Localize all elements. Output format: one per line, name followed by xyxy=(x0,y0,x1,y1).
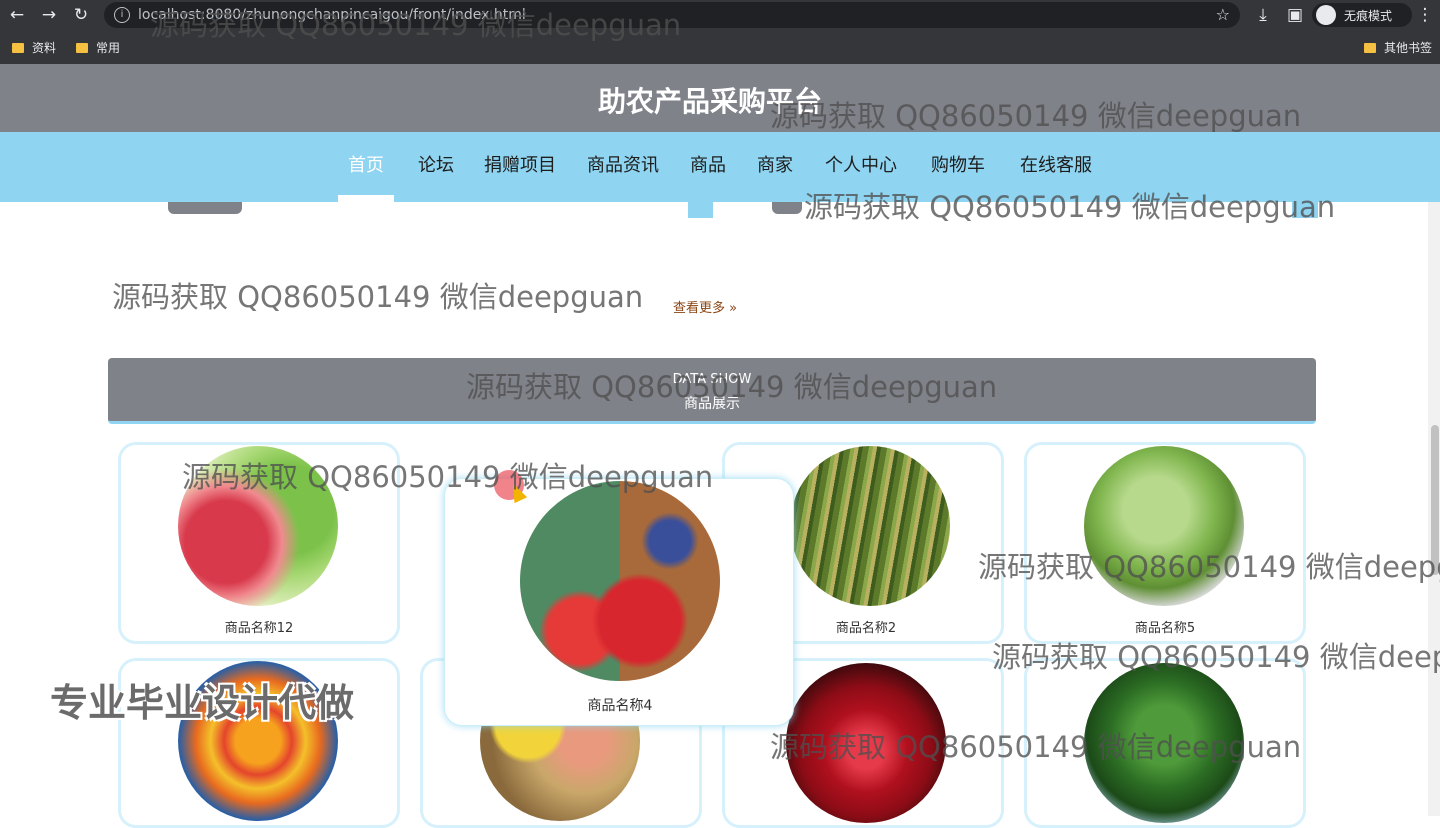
nav-donation[interactable]: 捐赠项目 xyxy=(484,151,556,177)
folder-icon xyxy=(1364,43,1376,53)
watermark-text: 源码获取 QQ86050149 微信deepguan xyxy=(770,730,1302,764)
folder-icon xyxy=(12,43,24,53)
product-image-millet[interactable] xyxy=(790,446,950,606)
product-name[interactable]: 商品名称12 xyxy=(121,617,397,636)
incognito-icon xyxy=(1316,5,1336,25)
news-detail-button[interactable] xyxy=(168,202,242,214)
sidepanel-icon[interactable]: ▣ xyxy=(1284,4,1306,26)
nav-forum[interactable]: 论坛 xyxy=(418,151,454,177)
folder-icon xyxy=(76,43,88,53)
nav-customer-service[interactable]: 在线客服 xyxy=(1020,151,1092,177)
product-card-hovered[interactable]: 商品名称4 xyxy=(444,478,794,726)
bookmark-ziliao[interactable]: 资料 xyxy=(12,39,56,56)
nav-cart[interactable]: 购物车 xyxy=(931,151,985,177)
info-icon[interactable]: i xyxy=(114,7,130,23)
nav-products[interactable]: 商品 xyxy=(690,151,726,177)
nav-news[interactable]: 商品资讯 xyxy=(587,151,659,177)
incognito-badge[interactable]: 无痕模式 xyxy=(1312,3,1412,27)
product-card[interactable]: 商品名称5 xyxy=(1024,442,1306,644)
news-detail-button[interactable] xyxy=(772,202,802,214)
bookmark-star-icon[interactable]: ☆ xyxy=(1216,5,1230,24)
incognito-label: 无痕模式 xyxy=(1344,9,1393,23)
product-name[interactable]: 商品名称4 xyxy=(445,695,795,715)
download-icon[interactable]: ⤓ xyxy=(1252,4,1274,26)
watermark-text: 源码获取 QQ86050149 微信deepguan xyxy=(466,370,998,404)
forward-icon[interactable]: → xyxy=(38,4,60,26)
watermark-text: 源码获取 QQ86050149 微信deepguan xyxy=(992,640,1440,674)
view-more-link[interactable]: 查看更多 » xyxy=(673,297,737,316)
watermark-text: 源码获取 QQ86050149 微信deepguan xyxy=(182,460,714,494)
reload-icon[interactable]: ↻ xyxy=(70,4,92,26)
news-date-badge xyxy=(688,202,713,218)
nav-user-center[interactable]: 个人中心 xyxy=(825,151,897,177)
menu-icon[interactable]: ⋮ xyxy=(1414,4,1436,26)
promo-watermark: 专业毕业设计代做 xyxy=(50,681,355,725)
watermark-text: 源码获取 QQ86050149 微信deepguan xyxy=(150,8,682,42)
bookmark-other[interactable]: 其他书签 xyxy=(1364,39,1432,56)
watermark-text: 源码获取 QQ86050149 微信deepguan xyxy=(112,280,644,314)
nav-active-indicator xyxy=(338,195,394,202)
product-image-berries[interactable] xyxy=(520,481,720,681)
watermark-text: 源码获取 QQ86050149 微信deepguan xyxy=(770,99,1302,133)
nav-home[interactable]: 首页 xyxy=(348,151,384,177)
back-icon[interactable]: ← xyxy=(6,4,28,26)
watermark-text: 源码获取 QQ86050149 微信deepguan xyxy=(804,190,1336,224)
nav-merchants[interactable]: 商家 xyxy=(757,151,793,177)
bookmark-changyong[interactable]: 常用 xyxy=(76,39,120,56)
watermark-text: 源码获取 QQ86050149 微信deepguan xyxy=(978,550,1440,584)
